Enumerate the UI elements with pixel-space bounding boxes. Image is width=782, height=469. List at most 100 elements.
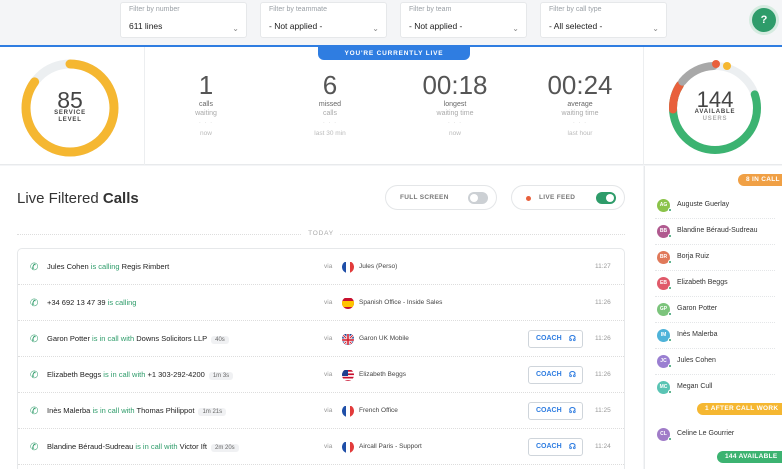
divider xyxy=(655,270,775,271)
line-name: Garon UK Mobile xyxy=(359,335,409,342)
stat-footer: last hour xyxy=(567,130,593,137)
flag-fr-icon xyxy=(342,261,354,273)
coach-button[interactable]: COACH ☊ xyxy=(528,330,583,348)
status-dot-icon xyxy=(668,338,672,342)
headset-icon: ☊ xyxy=(568,370,576,379)
full-screen-toggle[interactable]: FULL SCREEN xyxy=(385,185,497,210)
service-level-label: SERVICE LEVEL xyxy=(18,110,122,124)
phone-icon: ✆ xyxy=(30,370,39,381)
line-name: Elizabeth Beggs xyxy=(359,371,406,378)
panel-title-bold: Calls xyxy=(102,190,139,207)
call-row[interactable]: ✆ Garon Potter is in call with Downs Soli… xyxy=(18,321,624,357)
stat-average-waiting: 00:24 average waiting time · · · last ho… xyxy=(520,71,640,137)
call-row[interactable]: ✆ +34 692 13 47 39 is calling via Spanish … xyxy=(18,285,624,321)
live-banner: YOU'RE CURRENTLY LIVE xyxy=(318,47,470,60)
coach-label: COACH xyxy=(536,371,562,378)
call-time: 11:26 xyxy=(595,371,611,378)
flag-uk-icon xyxy=(342,333,354,345)
filter-call-type-select[interactable]: Filter by call type - All selected - ⌄ xyxy=(540,2,667,38)
stat-sublabel: waiting xyxy=(195,110,217,117)
call-time: 11:25 xyxy=(595,407,611,414)
call-duration-badge: 1m 3s xyxy=(208,372,234,380)
flag-fr-icon xyxy=(342,405,354,417)
stat-label: average xyxy=(567,101,593,108)
call-duration-badge: 1m 21s xyxy=(198,408,227,416)
chevron-down-icon: ⌄ xyxy=(512,24,519,33)
service-level-label-1: SERVICE xyxy=(54,110,86,116)
stat-longest-waiting: 00:18 longest waiting time · · · now xyxy=(395,71,515,137)
in-call-badge: 8 IN CALL xyxy=(738,174,782,186)
divider xyxy=(655,374,775,375)
available-badge: 144 AVAILABLE xyxy=(717,451,782,463)
call-row[interactable]: ✆ Jules Cohen is calling Regis Rimbert via… xyxy=(18,249,624,285)
stat-value: 00:24 xyxy=(547,70,613,100)
status-dot-icon xyxy=(668,234,672,238)
call-target: Downs Solicitors LLP xyxy=(136,334,208,343)
divider xyxy=(655,218,775,219)
live-feed-switch[interactable] xyxy=(596,192,616,204)
call-target: Victor Ift xyxy=(179,442,207,451)
live-calls-panel: Live Filtered Calls FULL SCREEN LIVE FEE… xyxy=(0,166,643,469)
live-dot-icon xyxy=(526,196,531,201)
stat-label: longest xyxy=(443,101,467,108)
divider: · · · xyxy=(198,120,214,126)
caller-name: +34 692 13 47 39 xyxy=(47,298,106,307)
panel-title-light: Live Filtered xyxy=(17,190,103,207)
status-dot-icon xyxy=(668,312,672,316)
stat-sublabel: calls xyxy=(322,110,337,117)
full-screen-label: FULL SCREEN xyxy=(400,194,449,201)
call-duration-badge: 40s xyxy=(211,336,229,344)
call-time: 11:27 xyxy=(595,263,611,270)
flag-fr-icon xyxy=(342,441,354,453)
phone-icon: ✆ xyxy=(30,442,39,453)
user-name: Megan Cull xyxy=(677,383,713,390)
filter-teammate-select[interactable]: Filter by teammate - Not applied - ⌄ xyxy=(260,2,387,38)
filter-team-select[interactable]: Filter by team - Not applied - ⌄ xyxy=(400,2,527,38)
divider: · · · xyxy=(572,120,588,126)
live-stats: 85 SERVICE LEVEL 1 calls waiting · · · n… xyxy=(0,47,782,165)
call-status: is in call with xyxy=(92,334,135,343)
filter-teammate-label: Filter by teammate xyxy=(269,6,327,13)
stat-footer: now xyxy=(200,130,212,137)
call-row[interactable]: ✆ Elizabeth Beggs is in call with +1 303-… xyxy=(18,357,624,393)
headset-icon: ☊ xyxy=(568,334,576,343)
call-time: 11:26 xyxy=(595,335,611,342)
available-users-label: AVAILABLE USERS xyxy=(664,109,766,123)
status-dot-icon xyxy=(668,286,672,290)
full-screen-switch[interactable] xyxy=(468,192,488,204)
filter-number-select[interactable]: Filter by number 611 lines ⌄ xyxy=(120,2,247,38)
coach-button[interactable]: COACH ☊ xyxy=(528,438,583,456)
stat-value: 1 xyxy=(198,70,214,100)
available-users-label-2: USERS xyxy=(702,116,728,122)
via-label: via xyxy=(324,371,333,378)
via-label: via xyxy=(324,407,333,414)
call-target: Thomas Philippot xyxy=(136,406,195,415)
chevron-down-icon: ⌄ xyxy=(652,24,659,33)
call-status: is calling xyxy=(107,298,137,307)
live-feed-toggle[interactable]: LIVE FEED xyxy=(511,185,625,210)
via-label: via xyxy=(324,263,333,270)
call-time: 11:24 xyxy=(595,443,611,450)
help-icon[interactable]: ? xyxy=(752,8,776,32)
call-row[interactable]: ✆ Inès Malerba is in call with Thomas Phi… xyxy=(18,393,624,429)
call-time: 11:26 xyxy=(595,299,611,306)
coach-button[interactable]: COACH ☊ xyxy=(528,402,583,420)
stat-calls-waiting: 1 calls waiting · · · now xyxy=(146,71,266,137)
filter-call-type-value: - All selected - xyxy=(549,21,603,31)
coach-label: COACH xyxy=(536,443,562,450)
caller-name: Inès Malerba xyxy=(47,406,91,415)
flag-us-icon xyxy=(342,369,354,381)
call-row[interactable]: ✆ Blandine Béraud-Sudreau is in call with… xyxy=(18,429,624,465)
call-target: +1 303-292-4200 xyxy=(147,370,205,379)
divider: · · · xyxy=(322,120,338,126)
divider xyxy=(643,47,644,165)
coach-button[interactable]: COACH ☊ xyxy=(528,366,583,384)
after-call-badge: 1 AFTER CALL WORK xyxy=(697,403,782,415)
status-dot-icon xyxy=(668,437,672,441)
stat-sublabel: waiting time xyxy=(561,110,599,117)
status-dot-icon xyxy=(668,364,672,368)
filter-team-label: Filter by team xyxy=(409,6,452,13)
day-label: TODAY xyxy=(17,230,625,237)
user-name: Borja Ruiz xyxy=(677,253,710,260)
divider xyxy=(655,348,775,349)
